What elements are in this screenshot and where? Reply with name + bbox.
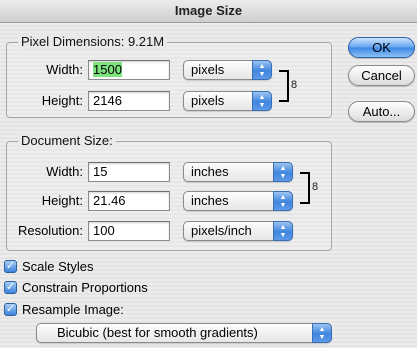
document-size-legend: Document Size: (18, 133, 116, 148)
pixel-link-bracket (279, 70, 289, 102)
doc-height-field[interactable]: 21.46 (88, 191, 170, 211)
doc-height-label: Height: (41, 193, 83, 208)
pixel-dimensions-legend: Pixel Dimensions: 9.21M (18, 34, 168, 49)
pixel-width-unit-popup[interactable]: pixels ▲ ▼ (183, 60, 272, 80)
pixel-height-field[interactable]: 2146 (88, 91, 170, 111)
auto-button[interactable]: Auto... (348, 101, 415, 122)
doc-link-bracket (300, 172, 310, 204)
updown-arrows-icon: ▲ ▼ (273, 191, 293, 211)
pixel-width-field[interactable]: 1500 (88, 60, 170, 80)
updown-arrows-icon: ▲ ▼ (252, 91, 272, 111)
constrain-proportions-label[interactable]: Constrain Proportions (22, 280, 148, 295)
resample-image-label[interactable]: Resample Image: (22, 302, 124, 317)
dialog-content: Pixel Dimensions: 9.21M Width: 1500 pixe… (0, 23, 417, 348)
window-titlebar: Image Size (0, 0, 417, 23)
updown-arrows-icon: ▲ ▼ (312, 323, 332, 343)
pixel-height-unit-popup[interactable]: pixels ▲ ▼ (183, 91, 272, 111)
pixel-dimensions-size: 9.21M (127, 34, 165, 49)
resample-image-checkbox[interactable]: ✓ (4, 303, 17, 316)
doc-width-label: Width: (46, 164, 83, 179)
check-icon: ✓ (5, 281, 16, 293)
scale-styles-checkbox[interactable]: ✓ (4, 260, 17, 273)
cancel-button[interactable]: Cancel (348, 65, 415, 86)
resolution-field[interactable]: 100 (88, 221, 170, 241)
check-icon: ✓ (5, 303, 16, 315)
chain-link-icon: 8 (312, 181, 319, 193)
chain-link-icon: 8 (291, 79, 298, 91)
constrain-proportions-checkbox[interactable]: ✓ (4, 281, 17, 294)
ok-button[interactable]: OK (348, 37, 415, 58)
doc-width-field[interactable]: 15 (88, 162, 170, 182)
updown-arrows-icon: ▲ ▼ (273, 221, 293, 241)
pixel-height-label: Height: (41, 93, 83, 108)
doc-height-unit-popup[interactable]: inches ▲ ▼ (183, 191, 293, 211)
pixel-width-label: Width: (46, 62, 83, 77)
check-icon: ✓ (5, 260, 16, 272)
resolution-unit-popup[interactable]: pixels/inch ▲ ▼ (183, 221, 293, 241)
doc-width-unit-popup[interactable]: inches ▲ ▼ (183, 162, 293, 182)
resample-method-popup[interactable]: Bicubic (best for smooth gradients) ▲ ▼ (36, 323, 332, 343)
updown-arrows-icon: ▲ ▼ (252, 60, 272, 80)
scale-styles-label[interactable]: Scale Styles (22, 259, 94, 274)
window-title: Image Size (174, 3, 243, 18)
resolution-label: Resolution: (17, 223, 83, 238)
updown-arrows-icon: ▲ ▼ (273, 162, 293, 182)
